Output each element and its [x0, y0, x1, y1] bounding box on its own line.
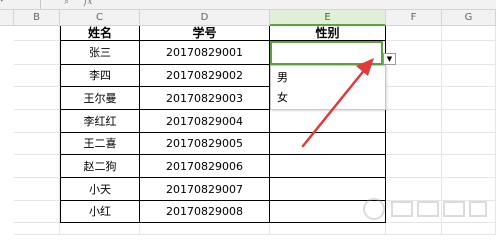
- watermark-logo: [363, 198, 487, 220]
